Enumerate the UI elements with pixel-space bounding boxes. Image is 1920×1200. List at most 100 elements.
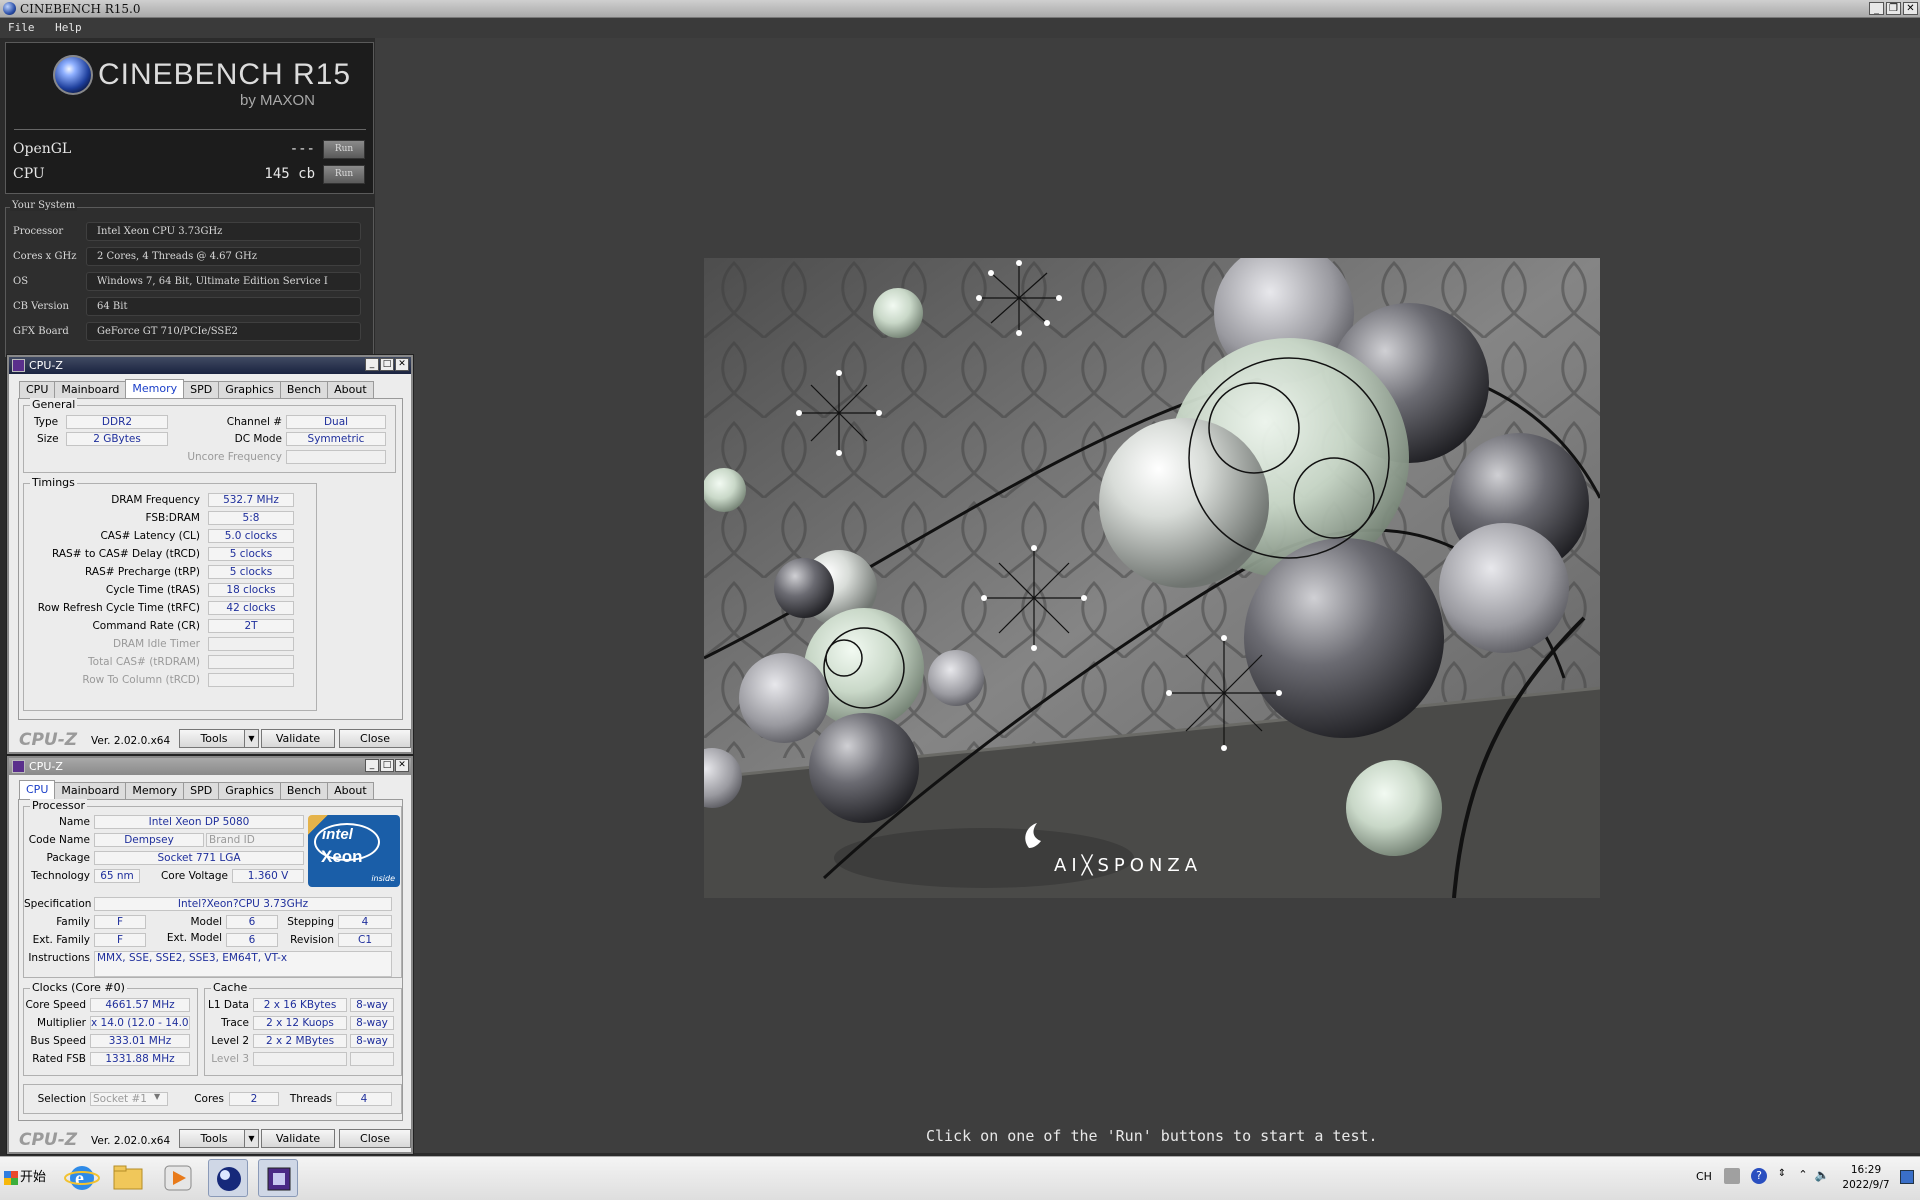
- system-row: Processor Intel Xeon CPU 3.73GHz: [8, 222, 363, 242]
- timing-label: RAS# Precharge (tRP): [85, 566, 200, 578]
- language-indicator[interactable]: CH: [1696, 1170, 1712, 1183]
- trace-label: Trace: [221, 1017, 249, 1029]
- cpuz-app-icon: [12, 359, 25, 372]
- close-icon[interactable]: ✕: [395, 358, 409, 371]
- selection-label: Selection: [37, 1093, 86, 1105]
- timing-label: RAS# to CAS# Delay (tRCD): [52, 548, 200, 560]
- chevron-down-icon[interactable]: ▼: [154, 1092, 160, 1101]
- tab-about[interactable]: About: [327, 381, 374, 398]
- validate-button[interactable]: Validate: [261, 1129, 335, 1148]
- tab-bench[interactable]: Bench: [279, 782, 329, 799]
- chevron-down-icon[interactable]: ▼: [244, 1129, 259, 1148]
- brandid-value: Brand ID: [206, 833, 304, 847]
- timing-value: 5:8: [208, 511, 294, 525]
- tray-arrows-icon[interactable]: ⇕: [1774, 1168, 1790, 1184]
- cinebench-titlebar[interactable]: CINEBENCH R15.0 _ ❐ ✕: [0, 0, 1920, 18]
- timing-label: Command Rate (CR): [92, 620, 200, 632]
- spec-label: Specification: [24, 898, 92, 910]
- opengl-run-button[interactable]: Run: [323, 140, 365, 159]
- threads-label: Threads: [289, 1093, 332, 1105]
- family-value: F: [94, 915, 146, 929]
- codename-value: Dempsey: [94, 833, 204, 847]
- minimize-button[interactable]: _: [365, 358, 379, 371]
- tab-cpu[interactable]: CPU: [19, 780, 56, 799]
- minimize-button[interactable]: _: [365, 759, 379, 772]
- cpuz-brand-logo: CPU-Z: [19, 730, 78, 750]
- tab-memory[interactable]: Memory: [125, 379, 185, 398]
- close-icon[interactable]: ✕: [395, 759, 409, 772]
- menu-file[interactable]: File: [8, 21, 35, 34]
- l1-label: L1 Data: [208, 999, 249, 1011]
- l2-value: 2 x 2 MBytes: [253, 1034, 347, 1048]
- cinebench-taskbar-icon[interactable]: [208, 1159, 248, 1197]
- close-button[interactable]: ✕: [1903, 2, 1918, 15]
- tab-spd[interactable]: SPD: [183, 381, 220, 398]
- tab-memory[interactable]: Memory: [125, 782, 185, 799]
- show-desktop-button[interactable]: [1900, 1170, 1914, 1184]
- volume-icon[interactable]: 🔈: [1814, 1168, 1830, 1184]
- extmodel-label: Ext. Model: [166, 932, 222, 944]
- chevron-down-icon[interactable]: ▼: [244, 729, 259, 748]
- cpuz-titlebar[interactable]: CPU-Z _ □ ✕: [9, 758, 411, 775]
- test-score: ---: [289, 141, 315, 157]
- system-row: Cores x GHz 2 Cores, 4 Threads @ 4.67 GHz: [8, 247, 363, 267]
- tab-graphics[interactable]: Graphics: [218, 782, 281, 799]
- busspeed-value: 333.01 MHz: [90, 1034, 190, 1048]
- technology-value: 65 nm: [94, 869, 140, 883]
- version-label: Ver. 2.02.0.x64: [91, 735, 171, 747]
- render-preview-image: AI╳SPONZA: [704, 258, 1600, 898]
- internet-explorer-icon[interactable]: e: [62, 1159, 102, 1197]
- media-player-icon[interactable]: [158, 1159, 198, 1197]
- cpuz-taskbar-icon[interactable]: [258, 1159, 298, 1197]
- show-hidden-icons[interactable]: ⌃: [1795, 1168, 1811, 1184]
- instructions-label: Instructions: [28, 952, 90, 964]
- validate-button[interactable]: Validate: [261, 729, 335, 748]
- tools-button[interactable]: Tools: [179, 1129, 249, 1148]
- tab-spd[interactable]: SPD: [183, 782, 220, 799]
- tools-button[interactable]: Tools: [179, 729, 249, 748]
- stepping-value: 4: [338, 915, 392, 929]
- cinebench-logo-icon: [53, 55, 93, 95]
- tab-about[interactable]: About: [327, 782, 374, 799]
- timing-label: CAS# Latency (CL): [100, 530, 200, 542]
- logo-text: CINEBENCH R15: [98, 58, 352, 91]
- busspeed-label: Bus Speed: [30, 1035, 86, 1047]
- keyboard-icon[interactable]: [1724, 1168, 1740, 1184]
- maximize-button[interactable]: □: [380, 759, 394, 772]
- multiplier-value: x 14.0 (12.0 - 14.0): [90, 1016, 190, 1030]
- group-title: Cache: [211, 981, 250, 994]
- tab-bench[interactable]: Bench: [279, 381, 329, 398]
- restore-button[interactable]: ❐: [1886, 2, 1901, 15]
- close-button[interactable]: Close: [339, 1129, 411, 1148]
- l3-label: Level 3: [211, 1053, 249, 1065]
- system-row: GFX Board GeForce GT 710/PCIe/SSE2: [8, 322, 363, 342]
- system-value: 2 Cores, 4 Threads @ 4.67 GHz: [86, 247, 361, 266]
- clock-time: 16:29: [1850, 1164, 1882, 1176]
- trace-value: 2 x 12 Kuops: [253, 1016, 347, 1030]
- spec-value: Intel?Xeon?CPU 3.73GHz: [94, 897, 392, 911]
- tab-graphics[interactable]: Graphics: [218, 381, 281, 398]
- cpu-run-button[interactable]: Run: [323, 165, 365, 184]
- tab-cpu[interactable]: CPU: [19, 381, 56, 398]
- file-explorer-icon[interactable]: [108, 1159, 148, 1197]
- help-icon[interactable]: ?: [1751, 1168, 1767, 1184]
- maximize-button[interactable]: □: [380, 358, 394, 371]
- start-button[interactable]: 开始: [2, 1160, 52, 1196]
- tab-mainboard[interactable]: Mainboard: [54, 381, 127, 398]
- close-button[interactable]: Close: [339, 729, 411, 748]
- minimize-button[interactable]: _: [1869, 2, 1884, 15]
- timing-label: DRAM Frequency: [111, 494, 200, 506]
- cpuz-titlebar[interactable]: CPU-Z _ □ ✕: [9, 357, 411, 374]
- system-key: OS: [13, 276, 29, 287]
- windows-logo-icon: [4, 1171, 18, 1185]
- tab-mainboard[interactable]: Mainboard: [54, 782, 127, 799]
- l3-way: [350, 1052, 394, 1066]
- dcmode-value: Symmetric: [286, 432, 386, 446]
- clock[interactable]: 16:29 2022/9/7: [1832, 1163, 1900, 1193]
- channel-label: Channel #: [226, 416, 282, 428]
- size-value: 2 GBytes: [66, 432, 168, 446]
- timing-label: FSB:DRAM: [145, 512, 200, 524]
- menu-help[interactable]: Help: [55, 21, 82, 34]
- corespeed-label: Core Speed: [25, 999, 86, 1011]
- logo-xeon-text: Xeon: [321, 847, 363, 866]
